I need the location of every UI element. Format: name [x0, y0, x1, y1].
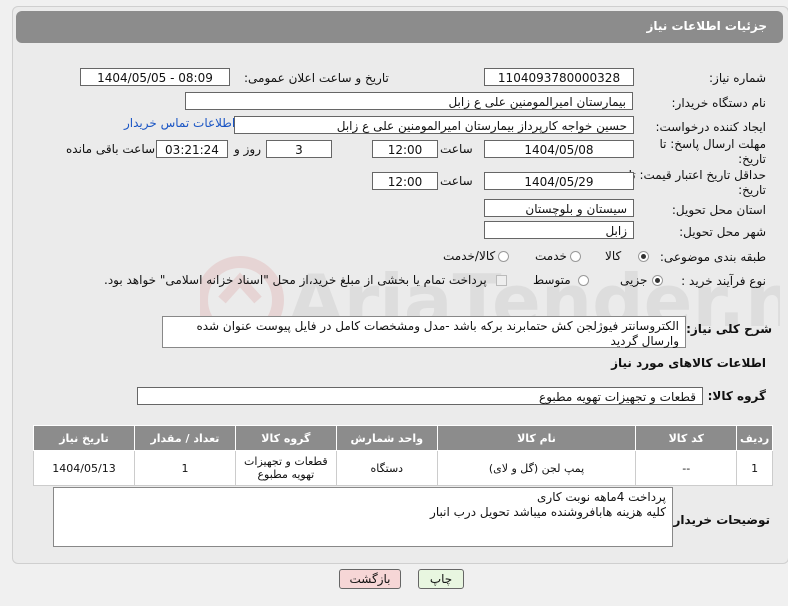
buyer-notes-label: توضیحات خریدار:: [668, 513, 770, 527]
description-text: الکتروسانتر فیوژلجن کش حتمابرند برکه باش…: [162, 316, 686, 348]
category-radio-service[interactable]: [570, 251, 581, 262]
table-row: 1 -- پمپ لجن (گل و لای) دستگاه قطعات و ت…: [33, 450, 773, 486]
price-time-label: ساعت: [440, 174, 473, 188]
description-label: شرح کلی نیاز:: [686, 322, 772, 336]
page-title: جزئیات اطلاعات نیاز: [646, 19, 767, 33]
category-label: طبقه بندی موضوعی:: [659, 250, 766, 264]
col-date: تاریخ نیاز: [33, 425, 135, 451]
reply-time-label: ساعت: [440, 142, 473, 156]
col-row: ردیف: [736, 425, 773, 451]
buyer-notes-text: پرداخت 4ماهه نوبت کاری کلیه هزینه هابافر…: [53, 487, 673, 547]
col-qty: تعداد / مقدار: [134, 425, 236, 451]
print-button[interactable]: چاپ: [418, 569, 464, 589]
process-option-minor: جزیی: [620, 273, 648, 287]
announce-label: تاریخ و ساعت اعلان عمومی:: [244, 71, 389, 85]
page-header: جزئیات اطلاعات نیاز: [16, 11, 783, 43]
cell-code: --: [635, 450, 738, 486]
days-field: 3: [266, 140, 332, 158]
reply-time-field: 12:00: [372, 140, 438, 158]
announce-field: 1404/05/05 - 08:09: [80, 68, 230, 86]
creator-field: حسین خواجه کارپرداز بیمارستان امیرالمومن…: [234, 116, 634, 134]
cell-group: قطعات و تجهیزات تهویه مطبوع: [234, 450, 337, 486]
days-label: روز و: [234, 142, 261, 156]
category-option-service: خدمت: [535, 249, 567, 263]
price-time-field: 12:00: [372, 172, 438, 190]
cell-qty: 1: [134, 450, 236, 486]
city-label: شهر محل تحویل:: [679, 225, 766, 239]
process-option-medium: متوسط: [533, 273, 571, 287]
category-radio-goods[interactable]: [638, 251, 649, 262]
goods-group-label: گروه کالا:: [707, 389, 766, 403]
category-radio-both[interactable]: [498, 251, 509, 262]
remaining-label: ساعت باقی مانده: [66, 142, 156, 156]
goods-table-header: ردیف کد کالا نام کالا واحد شمارش گروه کا…: [33, 425, 773, 451]
treasury-checkbox[interactable]: [496, 275, 507, 286]
cell-unit: دستگاه: [335, 450, 438, 486]
province-label: استان محل تحویل:: [671, 203, 766, 217]
col-name: نام کالا: [436, 425, 637, 451]
category-option-goods: کالا: [605, 249, 622, 263]
need-number-field: 1104093780000328: [484, 68, 634, 86]
treasury-note: پرداخت تمام یا بخشی از مبلغ خرید،از محل …: [104, 273, 487, 287]
cell-name: پمپ لجن (گل و لای): [436, 450, 637, 486]
process-radio-medium[interactable]: [578, 275, 589, 286]
goods-group-field: قطعات و تجهیزات تهویه مطبوع: [137, 387, 703, 405]
cell-date: 1404/05/13: [33, 450, 135, 486]
buyer-notes-line-2: کلیه هزینه هابافروشنده میباشد تحویل درب …: [430, 505, 666, 519]
buyer-org-field: بیمارستان امیرالمومنین علی ع زابل: [185, 92, 633, 110]
col-code: کد کالا: [635, 425, 738, 451]
reply-date-field: 1404/05/08: [484, 140, 634, 158]
back-button[interactable]: بازگشت: [339, 569, 401, 589]
reply-deadline-label: مهلت ارسال پاسخ: تا تاریخ:: [659, 137, 766, 166]
process-label: نوع فرآیند خرید :: [681, 274, 766, 288]
contact-info-link[interactable]: اطلاعات تماس خریدار: [124, 116, 235, 130]
buyer-org-label: نام دستگاه خریدار:: [671, 96, 767, 110]
price-date-field: 1404/05/29: [484, 172, 634, 190]
remaining-time-field: 03:21:24: [156, 140, 228, 158]
creator-label: ایجاد کننده درخواست:: [655, 120, 766, 134]
cell-row: 1: [736, 450, 773, 486]
buyer-notes-line-1: پرداخت 4ماهه نوبت کاری: [537, 490, 666, 504]
price-valid-label: حداقل تاریخ اعتبار قیمت: تا تاریخ:: [628, 168, 766, 197]
col-unit: واحد شمارش: [335, 425, 438, 451]
process-radio-minor[interactable]: [652, 275, 663, 286]
goods-table: ردیف کد کالا نام کالا واحد شمارش گروه کا…: [33, 425, 773, 486]
province-field: سیستان و بلوچستان: [484, 199, 634, 217]
need-number-label: شماره نیاز:: [709, 71, 766, 85]
city-field: زابل: [484, 221, 634, 239]
goods-section-title: اطلاعات کالاهای مورد نیاز: [611, 356, 766, 370]
col-group: گروه کالا: [234, 425, 337, 451]
category-option-both: کالا/خدمت: [443, 249, 496, 263]
